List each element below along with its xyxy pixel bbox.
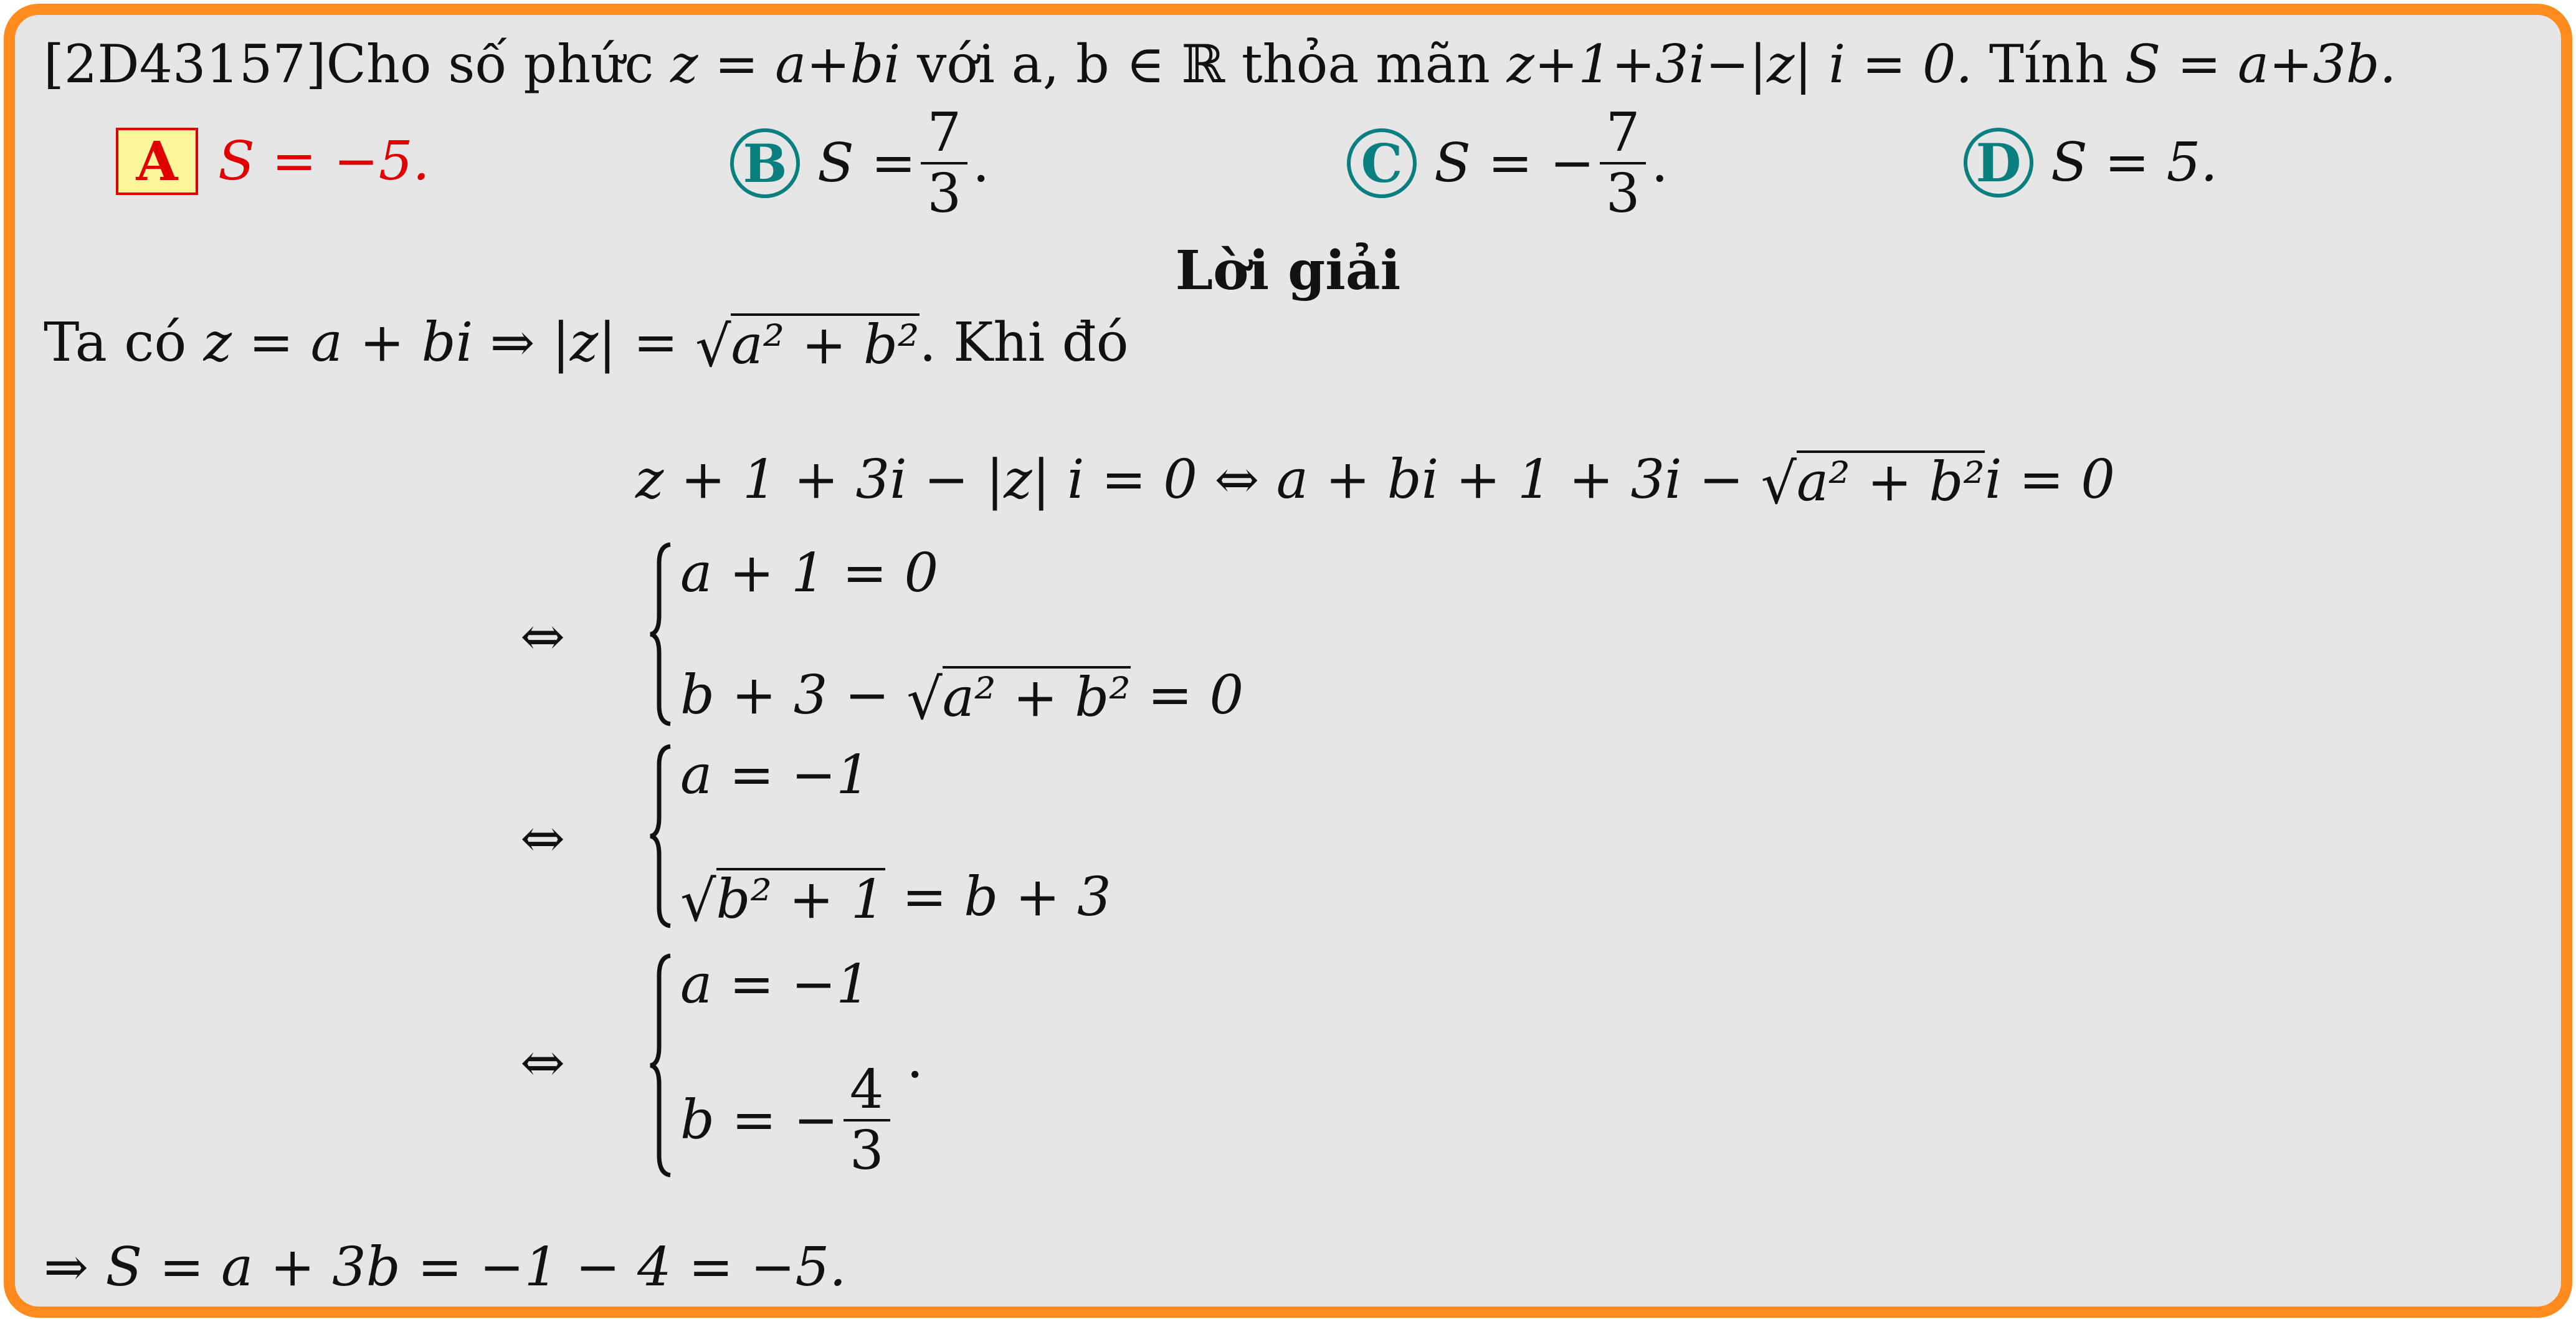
option-c-den: 3 [1605,163,1640,225]
sys2-line-2: √ b² + 1 = b + 3 [680,866,1111,931]
option-b-num: 7 [921,106,968,164]
equation-1: z + 1 + 3i − |z| i = 0 ⇔ a + bi + 1 + 3i… [635,449,2115,517]
problem-id: [2D43157] [44,34,326,95]
sqrt-icon: √ [1761,451,1797,517]
eq1-radicand: a² + b² [1796,450,1985,513]
sys3-l2-a: b = − [680,1089,839,1151]
option-c-suffix: . [1651,132,1668,194]
problem-statement: [2D43157] Cho số phức z = a+bi với a, b … [44,34,2396,95]
option-a-badge: A [116,128,198,195]
system-2: a = −1 √ b² + 1 = b + 3 [648,744,1111,931]
eq1-sqrt: √ a² + b² [1761,450,1985,517]
problem-lead: Cho số phức [326,34,654,95]
option-d-text: S = 5. [2051,131,2218,194]
sqrt-icon: √ [680,869,716,935]
solution-intro: Ta có z = a + bi ⇒ |z| = √ a² + b² . Khi… [44,312,1129,380]
left-brace-icon [650,542,671,726]
option-b-den: 3 [927,163,962,225]
question-card [4,4,2572,1318]
sys1-radicand: a² + b² [942,666,1131,729]
sqrt-icon: √ [695,314,731,380]
option-c-circle: C [1347,128,1417,198]
final-answer: ⇒ S = a + 3b = −1 − 4 = −5. [44,1236,847,1298]
sqrt-icon: √ [906,667,943,733]
intro-a: Ta có [44,312,187,374]
option-c-prefix: S = − [1434,132,1595,194]
sys2-line-1: a = −1 [680,744,870,806]
option-c[interactable]: C S = − 7 3 . [1347,106,1668,221]
sys3-line-1: a = −1 [680,953,870,1016]
intro-radicand: a² + b² [731,313,920,376]
system-3: a = −1 b = − 4 3 [648,953,895,1178]
sys1-l2-b: = 0 [1148,664,1244,726]
sys2-sqrt: √ b² + 1 [680,868,885,931]
sys3-fraction: 4 3 [843,1063,890,1182]
sys3-num: 4 [843,1063,890,1121]
sys2-l2-b: = b + 3 [901,866,1111,928]
option-d-circle: D [1964,128,2033,198]
equiv-1: ⇔ [520,606,566,668]
left-brace-icon [650,953,671,1178]
system-1: a + 1 = 0 b + 3 − √ a² + b² = 0 [648,542,1244,733]
sys3-line-2: b = − 4 3 [680,1063,895,1178]
option-b-suffix: . [972,132,990,194]
option-b-prefix: S = [817,132,916,194]
sys1-line-2: b + 3 − √ a² + b² = 0 [680,664,1244,733]
eq1-left: z + 1 + 3i − |z| i = 0 ⇔ a + bi + 1 + 3i… [635,449,1744,511]
option-a[interactable]: A S = −5. [116,128,430,195]
equiv-3: ⇔ [520,1032,566,1094]
sys1-l2-a: b + 3 − [680,664,890,726]
problem-target: S = a+3b. [2124,34,2397,95]
eq1-right: i = 0 [1985,449,2115,511]
intro-end: . Khi đó [919,312,1129,374]
sys1-line-1: a + 1 = 0 [680,542,939,604]
intro-sqrt: √ a² + b² [695,313,920,380]
solution-heading: Lời giải [1175,239,1401,302]
sys3-den: 3 [849,1120,884,1182]
option-c-fraction: 7 3 [1599,106,1647,225]
problem-ask: Tính [1989,34,2108,95]
problem-equation: z+1+3i−|z| i = 0. [1506,34,1973,95]
option-d[interactable]: D S = 5. [1964,128,2218,198]
sys1-sqrt: √ a² + b² [906,666,1131,733]
problem-cond-intro: với a, b ∈ ℝ thỏa mãn [916,34,1490,95]
left-brace-icon [650,744,671,928]
option-a-text: S = −5. [218,130,430,193]
intro-b: z = a + bi ⇒ |z| = [203,312,678,374]
option-b-circle: B [730,128,800,198]
option-b[interactable]: B S = 7 3 . [730,106,989,221]
option-c-num: 7 [1599,106,1647,164]
option-b-fraction: 7 3 [921,106,968,225]
sys3-dot: . [906,1028,924,1090]
equiv-2: ⇔ [520,807,566,870]
sys2-radicand: b² + 1 [716,868,885,931]
problem-z-def: z = a+bi [670,34,901,95]
